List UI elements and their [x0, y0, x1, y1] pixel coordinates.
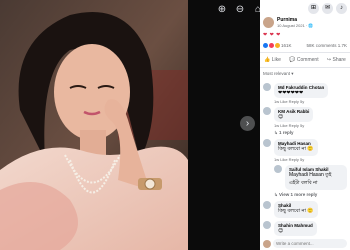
comment-bubble: KM Asik Rabbi 😊: [274, 107, 314, 122]
comment-bubble: Md Fakruddin Chotan ❤❤❤❤❤❤: [274, 83, 329, 98]
post-photo: [0, 0, 188, 250]
comment: Md Fakruddin Chotan ❤❤❤❤❤❤: [260, 80, 350, 98]
comment: Mayhadi Hasan কিছু বলবো না 🙂: [260, 136, 350, 156]
photo-viewer: ⊕ ⊖ ⌂ ⤢ ›: [0, 0, 260, 250]
chevron-right-icon: ›: [245, 118, 250, 129]
tag-icon[interactable]: ⌂: [252, 4, 260, 16]
comment-label: Comment: [296, 57, 319, 63]
viewer-toolbar: ⊕ ⊖ ⌂ ⤢: [216, 4, 260, 16]
like-reaction-icon: [263, 43, 268, 48]
comment: Shahin Mahmud 😊: [260, 218, 350, 236]
post-author: Purnima 10 August 2021 · 🌐: [260, 16, 350, 29]
post-caption: ❤ ❤ ❤: [263, 32, 281, 38]
haha-reaction-icon: [275, 43, 280, 48]
comment: Shakil কিছু বলবো না 🙂: [260, 198, 350, 218]
comment-input[interactable]: [273, 239, 347, 248]
zoom-in-icon[interactable]: ⊕: [216, 4, 228, 16]
share-button[interactable]: ↪ Share: [327, 57, 346, 63]
reply-comment: Saiful Islam Shakil Mayhadi Hasan তুই এই…: [260, 162, 350, 190]
reaction-summary[interactable]: 161K: [263, 43, 292, 48]
view-more-replies-link[interactable]: ↳ View 1 more reply: [260, 190, 350, 198]
zoom-out-icon[interactable]: ⊖: [234, 4, 246, 16]
bell-icon[interactable]: ♪: [336, 2, 347, 14]
post-date[interactable]: 10 August 2021 · 🌐: [277, 23, 313, 28]
comment-bubble: Shahin Mahmud 😊: [274, 221, 317, 236]
comment-bubble: Mayhadi Hasan কিছু বলবো না 🙂: [274, 139, 318, 156]
photo-post-view: ⊕ ⊖ ⌂ ⤢ › ⊞ ✉ ♪ Purnima 10 August 2021 ·…: [0, 0, 350, 250]
grid-icon[interactable]: ⊞: [308, 2, 319, 14]
avatar[interactable]: [263, 221, 271, 229]
view-replies-link[interactable]: ↳ 1 reply: [260, 128, 350, 136]
avatar[interactable]: [274, 165, 282, 173]
avatar[interactable]: [263, 107, 271, 115]
comment: KM Asik Rabbi 😊: [260, 104, 350, 122]
comment-text: ❤❤❤❤❤❤: [278, 90, 304, 96]
avatar[interactable]: [263, 201, 271, 209]
comment-bubble: Saiful Islam Shakil Mayhadi Hasan তুই এই…: [285, 165, 347, 190]
share-label: Share: [332, 57, 346, 63]
like-label: Like: [271, 57, 281, 63]
comment-text: 😊: [278, 228, 284, 234]
avatar[interactable]: [263, 17, 274, 28]
comment-composer: [263, 239, 347, 248]
love-reaction-icon: [269, 43, 274, 48]
reaction-count: 161K: [281, 43, 292, 48]
comment-text: কিছু বলবো না 🙂: [278, 146, 314, 152]
avatar: [263, 239, 271, 248]
comment-text: Mayhadi Hasan তুই এইটা বলবি না: [289, 172, 332, 186]
like-button[interactable]: 👍 Like: [264, 57, 281, 63]
avatar[interactable]: [263, 83, 271, 91]
messenger-icon[interactable]: ✉: [322, 2, 333, 14]
comment-filter[interactable]: Most relevant ▾: [260, 68, 350, 80]
post-actions: 👍 Like 💬 Comment ↪ Share: [260, 53, 350, 68]
comment-text: 😊: [278, 114, 284, 120]
comment-button[interactable]: 💬 Comment: [289, 57, 318, 63]
comment-text: কিছু বলবো না 🙂: [278, 208, 314, 214]
comment-bubble: Shakil কিছু বলবো না 🙂: [274, 201, 318, 218]
post-stats: 161K 58K comments 1.7K: [260, 39, 350, 53]
next-photo-button[interactable]: ›: [240, 116, 255, 131]
portrait-image: [0, 0, 188, 250]
top-bar: ⊞ ✉ ♪: [260, 0, 350, 16]
avatar[interactable]: [263, 139, 271, 147]
post-panel: ⊞ ✉ ♪ Purnima 10 August 2021 · 🌐 ❤ ❤ ❤ 1…: [260, 0, 350, 250]
comment-share-count[interactable]: 58K comments 1.7K: [306, 43, 347, 48]
